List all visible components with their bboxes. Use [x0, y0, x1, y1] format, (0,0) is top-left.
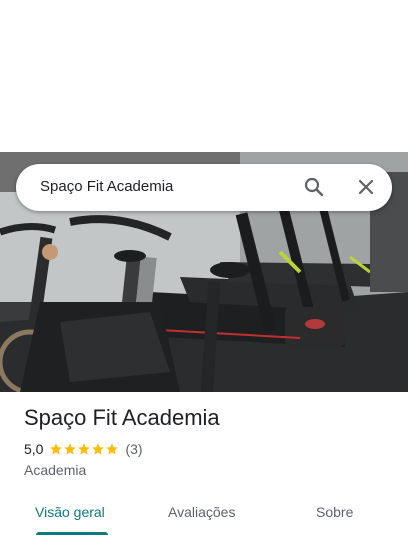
search-icon[interactable] [302, 175, 326, 199]
star-rating [49, 442, 119, 456]
search-input[interactable]: Spaço Fit Academia [40, 178, 173, 195]
star-icon [92, 443, 105, 455]
star-icon [106, 443, 119, 455]
rating-value: 5,0 [24, 441, 44, 457]
place-info: Spaço Fit Academia 5,0 (3) Academia [24, 404, 394, 478]
tab-about[interactable]: Sobre [316, 504, 353, 520]
star-icon [64, 443, 77, 455]
active-tab-indicator [36, 532, 108, 535]
star-icon [78, 443, 91, 455]
place-title: Spaço Fit Academia [24, 405, 220, 430]
close-icon[interactable] [354, 175, 378, 199]
tab-overview[interactable]: Visão geral [35, 504, 105, 520]
search-bar[interactable]: Spaço Fit Academia [16, 164, 392, 211]
map-blank-area [0, 0, 408, 152]
tab-reviews[interactable]: Avaliações [168, 504, 235, 520]
place-tabs: Visão geral Avaliações Sobre [0, 492, 408, 544]
rating-row[interactable]: 5,0 (3) [24, 440, 394, 458]
review-count: (3) [125, 441, 143, 457]
star-icon [50, 443, 63, 455]
place-category: Academia [24, 462, 87, 478]
